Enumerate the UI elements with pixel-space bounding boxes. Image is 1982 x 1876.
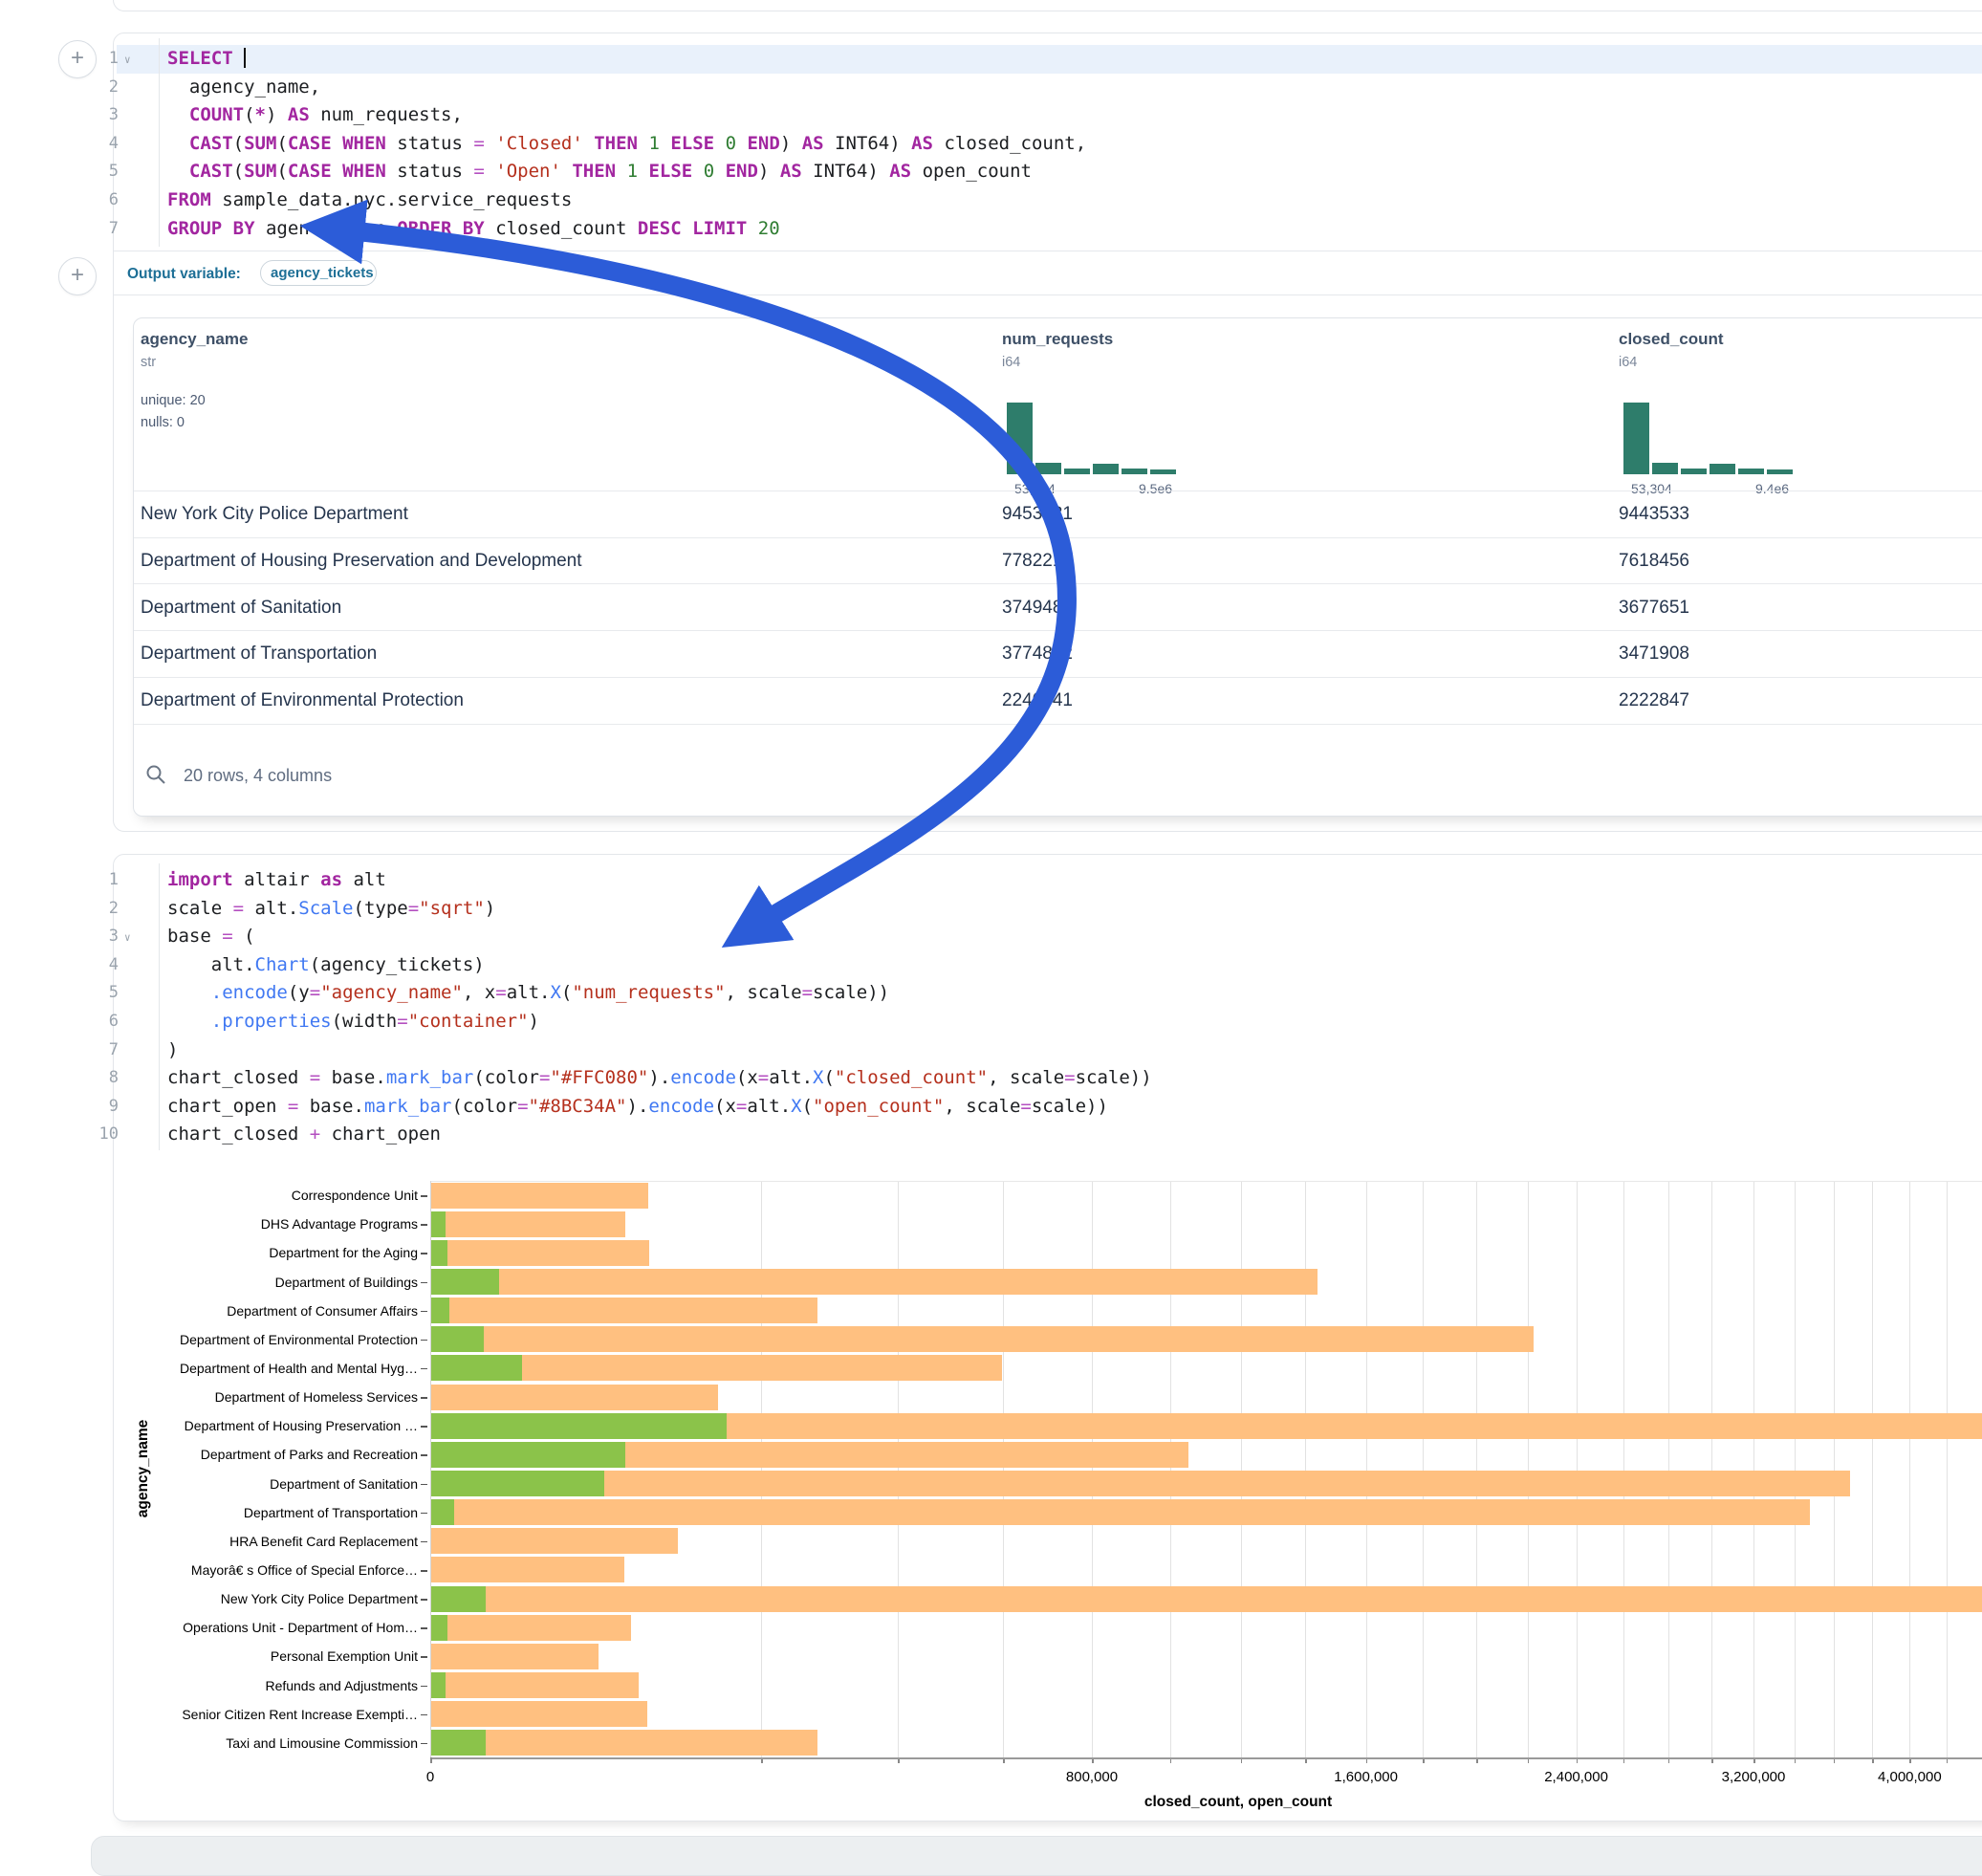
table-row-count: 20 rows, 4 columns (184, 766, 332, 786)
code-line[interactable]: 6 .properties(width="container") (96, 1008, 1982, 1036)
text-cursor (244, 48, 246, 68)
code-text: chart_open = base.mark_bar(color="#8BC34… (167, 1093, 1108, 1122)
table-cell: 9453131 (1002, 504, 1073, 525)
line-number: 5 (96, 158, 119, 186)
add-cell-button[interactable]: + (58, 40, 97, 78)
line-number: 1 (96, 866, 119, 895)
code-line[interactable]: 2 scale = alt.Scale(type="sqrt") (96, 895, 1982, 924)
code-text: import altair as alt (167, 866, 386, 895)
table-cell: Department of Environmental Protection (141, 690, 464, 711)
active-line-highlight (117, 45, 1982, 74)
table-row[interactable]: Department of Transportation 3774892 34719… (134, 630, 1982, 678)
line-number: 5 (96, 979, 119, 1008)
add-cell-button[interactable]: + (58, 257, 97, 295)
collapse-chevron-icon[interactable]: ∨ (124, 924, 131, 952)
collapse-chevron-icon[interactable]: ∨ (124, 46, 131, 75)
table-cell: Department of Housing Preservation and D… (141, 551, 582, 572)
code-line[interactable]: 8 chart_closed = base.mark_bar(color="#FF… (96, 1064, 1982, 1093)
sql-editor[interactable]: 1∨SELECT 2 agency_name,3 COUNT(*) AS num… (96, 45, 1982, 244)
code-line[interactable]: 10 chart_closed + chart_open (96, 1121, 1982, 1149)
line-number: 2 (96, 74, 119, 102)
table-row[interactable]: New York City Police Department 9453131 94… (134, 491, 1982, 538)
code-line[interactable]: 1∨ SELECT (96, 45, 1982, 74)
line-number: 3 (96, 101, 119, 130)
code-text: chart_closed + chart_open (167, 1121, 441, 1149)
python-editor[interactable]: 1 import altair as alt 2 scale = alt.Scale(… (96, 866, 1982, 1150)
table-row[interactable]: Department of Housing Preservation and D… (134, 537, 1982, 585)
gutter-divider (159, 38, 160, 247)
code-line[interactable]: 5 .encode(y="agency_name", x=alt.X("num_… (96, 979, 1982, 1008)
result-table: agency_namestrunique: 20nulls: 0num_requ… (133, 317, 1982, 817)
code-text: FROM sample_data.nyc.service_requests (167, 186, 572, 215)
cell-divider (114, 294, 1982, 295)
code-line[interactable]: 9 chart_open = base.mark_bar(color="#8BC3… (96, 1093, 1982, 1122)
table-cell: 3677651 (1619, 598, 1689, 619)
table-cell: 2240041 (1002, 690, 1073, 711)
code-line[interactable]: 2 agency_name, (96, 74, 1982, 102)
prev-cell-edge (113, 0, 1982, 11)
table-search-icon[interactable] (144, 763, 167, 786)
next-cell-edge (91, 1836, 1982, 1876)
code-text: chart_closed = base.mark_bar(color="#FFC… (167, 1064, 1152, 1093)
line-number: 3 (96, 923, 119, 951)
table-cell: 7782211 (1002, 551, 1072, 572)
table-cell: Department of Transportation (141, 644, 377, 665)
code-line[interactable]: 7 GROUP BY agency_name ORDER BY closed_co… (96, 215, 1982, 244)
code-text: agency_name, (167, 74, 320, 102)
code-line[interactable]: 6 FROM sample_data.nyc.service_requests (96, 186, 1982, 215)
code-text: scale = alt.Scale(type="sqrt") (167, 895, 495, 924)
line-number: 1 (96, 45, 119, 74)
code-line[interactable]: 4 CAST(SUM(CASE WHEN status = 'Closed' T… (96, 130, 1982, 159)
line-number: 4 (96, 951, 119, 980)
line-number: 10 (96, 1121, 119, 1149)
code-text: base = ( (167, 923, 255, 951)
code-text: alt.Chart(agency_tickets) (167, 951, 485, 980)
line-number: 6 (96, 186, 119, 215)
table-row[interactable]: Department of Sanitation 3749485 3677651 (134, 583, 1982, 631)
code-line[interactable]: 7) (96, 1036, 1982, 1065)
table-cell: Department of Sanitation (141, 598, 341, 619)
table-cell: 2222847 (1619, 690, 1689, 711)
code-text: SELECT (167, 45, 246, 74)
table-cell: New York City Police Department (141, 504, 408, 525)
table-cell: 9443533 (1619, 504, 1689, 525)
line-number: 7 (96, 1036, 119, 1065)
line-number: 7 (96, 215, 119, 244)
line-number: 6 (96, 1008, 119, 1036)
code-line[interactable]: 4 alt.Chart(agency_tickets) (96, 951, 1982, 980)
table-cell: 3471908 (1619, 644, 1689, 665)
gutter-divider (159, 863, 160, 1150)
code-text: COUNT(*) AS num_requests, (167, 101, 463, 130)
table-cell: 3774892 (1002, 644, 1073, 665)
code-line[interactable]: 1 import altair as alt (96, 866, 1982, 895)
line-number: 2 (96, 895, 119, 924)
code-text: GROUP BY agency_name ORDER BY closed_cou… (167, 215, 780, 244)
code-line[interactable]: 3 COUNT(*) AS num_requests, (96, 101, 1982, 130)
table-row[interactable]: Department of Environmental Protection 22… (134, 677, 1982, 725)
line-number: 4 (96, 130, 119, 159)
table-cell: 7618456 (1619, 551, 1689, 572)
line-number: 8 (96, 1064, 119, 1093)
line-number: 9 (96, 1093, 119, 1122)
code-line[interactable]: 5 CAST(SUM(CASE WHEN status = 'Open' THE… (96, 158, 1982, 186)
output-variable-pill[interactable]: agency_tickets (260, 260, 377, 286)
output-variable-label: Output variable: (127, 266, 241, 283)
code-text: .encode(y="agency_name", x=alt.X("num_re… (167, 979, 889, 1008)
code-text: CAST(SUM(CASE WHEN status = 'Open' THEN … (167, 158, 1032, 186)
table-row-divider (134, 724, 1982, 725)
code-line[interactable]: 3∨ base = ( (96, 923, 1982, 951)
code-text: CAST(SUM(CASE WHEN status = 'Closed' THE… (167, 130, 1086, 159)
table-cell: 3749485 (1002, 598, 1073, 619)
code-text: .properties(width="container") (167, 1008, 539, 1036)
code-text: ) (167, 1036, 178, 1065)
